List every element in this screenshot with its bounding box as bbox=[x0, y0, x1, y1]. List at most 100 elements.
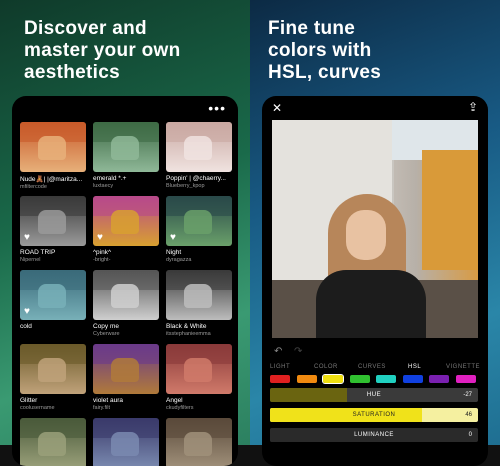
slider-label: LUMINANCE bbox=[354, 432, 394, 438]
preset-name: Poppin' | @chaerry... bbox=[166, 175, 226, 182]
preset-name: Copy me bbox=[93, 323, 120, 330]
tab-light[interactable]: LIGHT bbox=[270, 364, 290, 370]
preset-thumbnail bbox=[20, 344, 86, 394]
undo-icon[interactable]: ↶ bbox=[274, 346, 282, 357]
preset-card[interactable]: ♥ Night dyragazza bbox=[166, 196, 232, 263]
share-icon[interactable]: ⇪ bbox=[468, 100, 478, 114]
color-swatch[interactable] bbox=[322, 374, 344, 384]
preset-name: violet aura bbox=[93, 397, 123, 404]
preset-name: Black & White bbox=[166, 323, 207, 330]
preset-card[interactable]: ♥ cold bbox=[20, 270, 86, 331]
luminance-slider[interactable]: LUMINANCE 0 bbox=[270, 428, 478, 442]
saturation-slider[interactable]: SATURATION 46 bbox=[270, 408, 478, 422]
heart-icon[interactable]: ♥ bbox=[24, 306, 30, 317]
preset-thumbnail bbox=[166, 122, 232, 172]
thumbnail-figure bbox=[38, 432, 66, 456]
preset-author: dyragazza bbox=[166, 257, 192, 263]
preset-card[interactable]: emerald *.+ luxtaecy bbox=[93, 122, 159, 189]
heart-icon[interactable]: ♥ bbox=[97, 232, 103, 243]
thumbnail-figure bbox=[38, 136, 66, 160]
tab-hsl[interactable]: HSL bbox=[408, 364, 421, 370]
color-swatch[interactable] bbox=[270, 375, 290, 383]
thumbnail-figure bbox=[111, 210, 139, 234]
preset-author: ckudyfilters bbox=[166, 405, 194, 411]
preset-author: Nipernel bbox=[20, 257, 41, 263]
thumbnail-figure bbox=[111, 284, 139, 308]
redo-icon[interactable]: ↷ bbox=[294, 346, 302, 357]
preset-author: mfiltercode bbox=[20, 184, 47, 190]
thumbnail-figure bbox=[184, 432, 212, 456]
close-icon[interactable]: ✕ bbox=[272, 101, 282, 115]
thumbnail-figure bbox=[184, 136, 212, 160]
preset-thumbnail bbox=[93, 270, 159, 320]
right-headline: Fine tune colors with HSL, curves bbox=[268, 18, 382, 83]
preset-author: Cyberware bbox=[93, 331, 120, 337]
thumbnail-figure bbox=[38, 358, 66, 382]
thumbnail-figure bbox=[184, 284, 212, 308]
color-swatch[interactable] bbox=[429, 375, 449, 383]
preset-thumbnail: ♥ bbox=[20, 270, 86, 320]
color-swatch[interactable] bbox=[402, 375, 423, 383]
slider-label: SATURATION bbox=[352, 412, 396, 418]
preset-name: Angel bbox=[166, 397, 183, 404]
preset-thumbnail bbox=[93, 418, 159, 466]
preset-name: Glitter bbox=[20, 397, 38, 404]
preset-author: Blueberry_kpop bbox=[166, 183, 205, 189]
slider-value: -27 bbox=[463, 392, 472, 398]
color-swatch[interactable] bbox=[376, 375, 396, 383]
heart-icon[interactable]: ♥ bbox=[170, 232, 176, 243]
editor-phone: ✕ ⇪ ↶ ↷ LIGHT COLOR CURVES HSL VIGNETTE HUE -… bbox=[262, 96, 488, 466]
thumbnail-figure bbox=[111, 432, 139, 456]
preset-thumbnail bbox=[93, 122, 159, 172]
preset-thumbnail bbox=[166, 270, 232, 320]
more-horizontal-icon[interactable]: ••• bbox=[208, 100, 226, 116]
preset-author: itsstephanieemma bbox=[166, 331, 211, 337]
photo-subject-coat bbox=[316, 270, 426, 338]
preset-card[interactable] bbox=[93, 418, 159, 466]
preset-card[interactable]: Glitter coolusername bbox=[20, 344, 86, 411]
preset-card[interactable] bbox=[20, 418, 86, 466]
adjust-tabs: LIGHT COLOR CURVES HSL VIGNETTE bbox=[270, 364, 480, 374]
preset-author: -bright- bbox=[93, 257, 111, 263]
preset-card[interactable]: Angel ckudyfilters bbox=[166, 344, 232, 411]
preset-card[interactable] bbox=[166, 418, 232, 466]
preset-author: coolusername bbox=[20, 405, 55, 411]
slider-label: HUE bbox=[366, 392, 382, 398]
preset-card[interactable]: Black & White itsstephanieemma bbox=[166, 270, 232, 337]
preset-card[interactable]: violet aura fairy.filt bbox=[93, 344, 159, 411]
preset-name: emerald *.+ bbox=[93, 175, 127, 182]
color-swatch[interactable] bbox=[349, 375, 370, 383]
color-swatch[interactable] bbox=[455, 375, 476, 383]
preset-thumbnail: ♥ bbox=[20, 196, 86, 246]
color-swatch[interactable] bbox=[296, 375, 317, 383]
tab-vignette[interactable]: VIGNETTE bbox=[446, 364, 480, 370]
heart-icon[interactable]: ♥ bbox=[24, 232, 30, 243]
preset-name: Night bbox=[166, 249, 182, 256]
hue-slider[interactable]: HUE -27 bbox=[270, 388, 478, 402]
preset-card[interactable]: Poppin' | @chaerry... Blueberry_kpop bbox=[166, 122, 232, 189]
preset-thumbnail bbox=[166, 344, 232, 394]
preset-card[interactable]: ♥ ROAD TRIP Nipernel bbox=[20, 196, 86, 263]
left-headline: Discover and master your own aesthetics bbox=[24, 18, 181, 83]
preset-thumbnail: ♥ bbox=[166, 196, 232, 246]
preset-name: ^pink^ bbox=[93, 249, 112, 256]
preset-card[interactable]: ♥ ^pink^ -bright- bbox=[93, 196, 159, 263]
thumbnail-figure bbox=[111, 358, 139, 382]
thumbnail-figure bbox=[184, 358, 212, 382]
preset-card[interactable]: Copy me Cyberware bbox=[93, 270, 159, 337]
thumbnail-figure bbox=[184, 210, 212, 234]
slider-value: 0 bbox=[468, 432, 472, 438]
tab-curves[interactable]: CURVES bbox=[358, 364, 386, 370]
preset-thumbnail bbox=[93, 344, 159, 394]
preset-name: ROAD TRIP bbox=[20, 249, 56, 256]
preset-card[interactable]: Nude🧸| |@maritza... mfiltercode bbox=[20, 122, 86, 190]
thumbnail-figure bbox=[38, 284, 66, 308]
preset-name: cold bbox=[20, 323, 32, 330]
slider-value: 46 bbox=[465, 412, 472, 418]
gallery-phone: ••• Nude🧸| |@maritza... mfiltercode emeral… bbox=[12, 96, 238, 466]
tab-color[interactable]: COLOR bbox=[314, 364, 338, 370]
thumbnail-figure bbox=[38, 210, 66, 234]
thumbnail-figure bbox=[111, 136, 139, 160]
preset-thumbnail bbox=[20, 418, 86, 466]
hsl-color-swatches bbox=[270, 374, 482, 384]
